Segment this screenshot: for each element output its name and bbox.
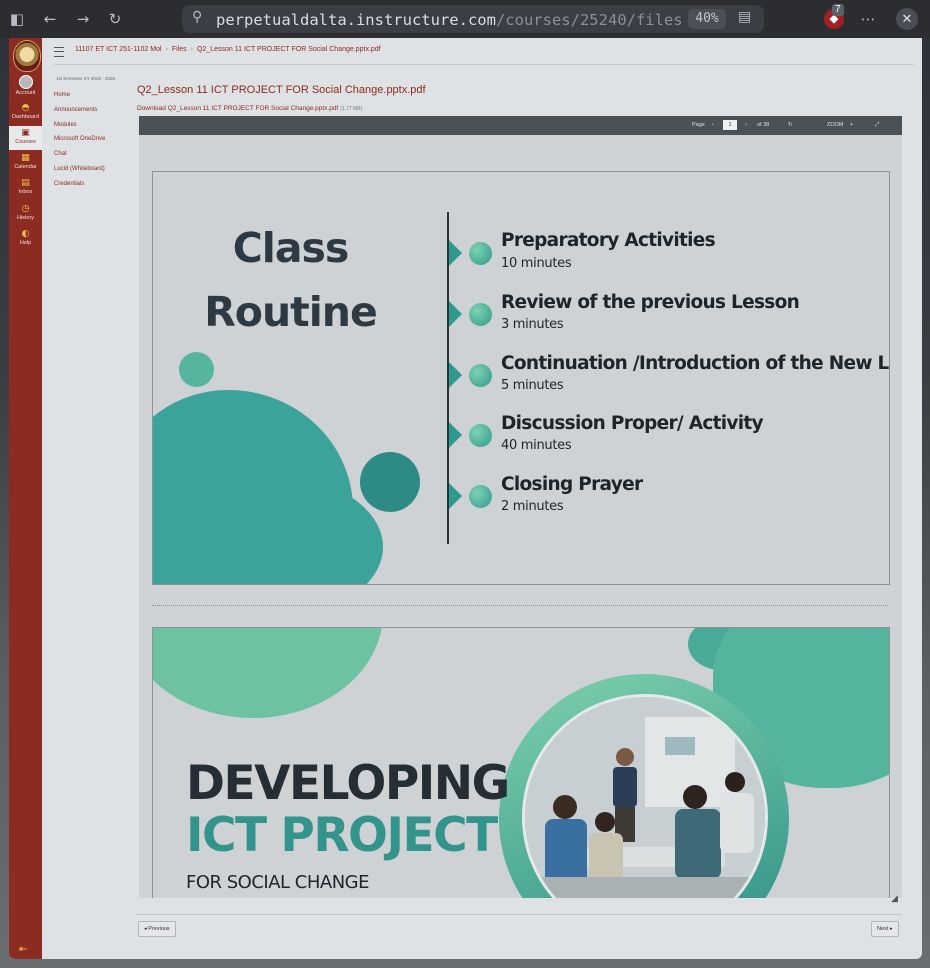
slide-title-developing: DEVELOPING ICT PROJECT FOR SOCIAL CHANGE bbox=[152, 627, 890, 898]
nav-courses[interactable]: ▣ Courses bbox=[9, 126, 42, 150]
timeline-marker bbox=[449, 483, 462, 509]
course-nav-chat[interactable]: Chat bbox=[54, 147, 105, 162]
menu-icon[interactable]: ⋯ bbox=[858, 9, 878, 29]
footer-divider bbox=[137, 914, 902, 915]
app-window: Account ◓ Dashboard ▣ Courses ▦ Calendar… bbox=[9, 38, 922, 959]
timeline-dot bbox=[469, 364, 492, 387]
browser-toolbar: ◧ ← → ↻ ⚲ perpetualdalta.instructure.com… bbox=[0, 0, 930, 38]
slide2-title-line2: ICT PROJECT bbox=[186, 808, 498, 863]
collapse-nav-icon[interactable]: ⇤ bbox=[19, 944, 27, 955]
courses-icon: ▣ bbox=[21, 128, 30, 138]
page-label: Page bbox=[692, 122, 705, 128]
page-separator bbox=[152, 605, 888, 606]
page-count: of 38 bbox=[757, 122, 770, 128]
calendar-icon: ▦ bbox=[21, 153, 30, 163]
nav-dashboard[interactable]: ◓ Dashboard bbox=[9, 101, 42, 125]
routine-item-duration: 2 minutes bbox=[501, 499, 564, 514]
back-icon[interactable]: ← bbox=[40, 9, 60, 29]
forward-icon[interactable]: → bbox=[73, 9, 93, 29]
course-nav-home[interactable]: Home bbox=[54, 88, 105, 103]
timeline-marker bbox=[449, 301, 462, 327]
nav-inbox[interactable]: ▤ Inbox bbox=[9, 176, 42, 200]
course-header: 11107 ET ICT 251-1102 Mol › Files › Q2_Lesso… bbox=[42, 38, 922, 64]
routine-item-title: Discussion Proper/ Activity bbox=[501, 413, 764, 434]
page-input[interactable]: 1 bbox=[723, 120, 737, 130]
nav-calendar[interactable]: ▦ Calendar bbox=[9, 151, 42, 175]
history-icon: ◷ bbox=[21, 204, 30, 214]
rotate-icon[interactable]: ↻ bbox=[788, 122, 793, 128]
small-circle bbox=[179, 352, 214, 387]
routine-item-duration: 5 minutes bbox=[501, 378, 564, 393]
next-button[interactable]: Next ▸ bbox=[871, 921, 899, 937]
slide-class-routine: Class Routine Preparatory Activities 10 … bbox=[152, 171, 890, 585]
url-text: perpetualdalta.instructure.com/courses/2… bbox=[216, 11, 683, 29]
reader-mode-icon[interactable]: ▤ bbox=[738, 9, 751, 25]
zoom-label: ZOOM bbox=[827, 122, 844, 128]
nav-account[interactable]: Account bbox=[9, 75, 42, 99]
course-nav-announcements[interactable]: Announcements bbox=[54, 103, 105, 118]
viewer-toolbar: Page ‹ 1 › of 38 ↻ ZOOM + ⤢ bbox=[139, 116, 902, 135]
fullscreen-icon[interactable]: ⤢ bbox=[875, 122, 879, 129]
course-nav-modules[interactable]: Modules bbox=[54, 118, 105, 133]
link-icon: ⚲ bbox=[192, 9, 203, 25]
slide2-title-line1: DEVELOPING bbox=[186, 756, 510, 811]
address-bar[interactable]: ⚲ perpetualdalta.instructure.com/courses… bbox=[182, 5, 764, 33]
school-logo[interactable] bbox=[13, 40, 41, 72]
top-left-blob bbox=[153, 628, 383, 718]
term-label: 1st Semester SY 2025 - 2026 bbox=[56, 76, 115, 81]
hamburger-icon[interactable] bbox=[54, 47, 64, 57]
timeline-dot bbox=[469, 424, 492, 447]
course-nav: Home Announcements Modules Microsoft One… bbox=[54, 88, 105, 192]
zoom-badge[interactable]: 40% bbox=[688, 9, 726, 29]
download-link[interactable]: Download Q2_Lesson 11 ICT PROJECT FOR So… bbox=[137, 105, 362, 112]
slide2-subtitle: FOR SOCIAL CHANGE bbox=[186, 872, 370, 893]
reload-icon[interactable]: ↻ bbox=[105, 9, 125, 29]
breadcrumb-files[interactable]: Files bbox=[172, 46, 187, 53]
slide-title-line2: Routine bbox=[204, 288, 378, 336]
routine-item-duration: 10 minutes bbox=[501, 256, 572, 271]
routine-item-title: Preparatory Activities bbox=[501, 230, 716, 251]
resize-handle-icon[interactable]: ◢ bbox=[891, 893, 898, 904]
extension-badge: 7 bbox=[832, 4, 844, 16]
global-nav: Account ◓ Dashboard ▣ Courses ▦ Calendar… bbox=[9, 38, 42, 959]
course-nav-onedrive[interactable]: Microsoft OneDrive bbox=[54, 132, 105, 147]
breadcrumb-course[interactable]: 11107 ET ICT 251-1102 Mol bbox=[75, 46, 162, 53]
course-nav-lucid[interactable]: Lucid (Whiteboard) bbox=[54, 162, 105, 177]
pdf-viewer[interactable]: Page ‹ 1 › of 38 ↻ ZOOM + ⤢ Class Routin… bbox=[139, 116, 902, 898]
timeline-dot bbox=[469, 303, 492, 326]
zoom-in-icon[interactable]: + bbox=[850, 122, 853, 128]
next-page-icon[interactable]: › bbox=[745, 122, 747, 128]
file-size: (1.77 MB) bbox=[340, 106, 363, 112]
timeline-marker bbox=[449, 240, 462, 266]
viewer-pages[interactable]: Class Routine Preparatory Activities 10 … bbox=[139, 135, 902, 898]
routine-item-title: Continuation /Introduction of the New Le… bbox=[501, 353, 889, 374]
medium-circle bbox=[360, 452, 420, 512]
slide-title-line1: Class bbox=[232, 224, 350, 272]
nav-history[interactable]: ◷ History bbox=[9, 202, 42, 226]
file-title: Q2_Lesson 11 ICT PROJECT FOR Social Chan… bbox=[137, 84, 426, 96]
routine-item-title: Review of the previous Lesson bbox=[501, 292, 800, 313]
breadcrumb-file[interactable]: Q2_Lesson 11 ICT PROJECT FOR Social Chan… bbox=[197, 46, 381, 53]
sidebar-toggle-icon[interactable]: ◧ bbox=[7, 9, 27, 29]
dashboard-icon: ◓ bbox=[21, 103, 30, 113]
timeline-dot bbox=[469, 242, 492, 265]
timeline-marker bbox=[449, 362, 462, 388]
close-icon[interactable]: ✕ bbox=[896, 8, 918, 30]
inbox-icon: ▤ bbox=[21, 178, 30, 188]
timeline-marker bbox=[449, 422, 462, 448]
nav-help[interactable]: ◐ Help bbox=[9, 227, 42, 251]
meeting-illustration bbox=[525, 697, 765, 898]
routine-item-duration: 3 minutes bbox=[501, 317, 564, 332]
previous-button[interactable]: ◂ Previous bbox=[138, 921, 176, 937]
help-icon: ◐ bbox=[21, 229, 30, 239]
prev-page-icon[interactable]: ‹ bbox=[712, 122, 714, 128]
course-nav-credentials[interactable]: Credentials bbox=[54, 177, 105, 192]
breadcrumb: 11107 ET ICT 251-1102 Mol › Files › Q2_Lesso… bbox=[75, 46, 381, 53]
routine-item-title: Closing Prayer bbox=[501, 474, 643, 495]
avatar bbox=[18, 75, 33, 89]
header-divider bbox=[54, 64, 914, 65]
timeline-dot bbox=[469, 485, 492, 508]
routine-item-duration: 40 minutes bbox=[501, 438, 572, 453]
